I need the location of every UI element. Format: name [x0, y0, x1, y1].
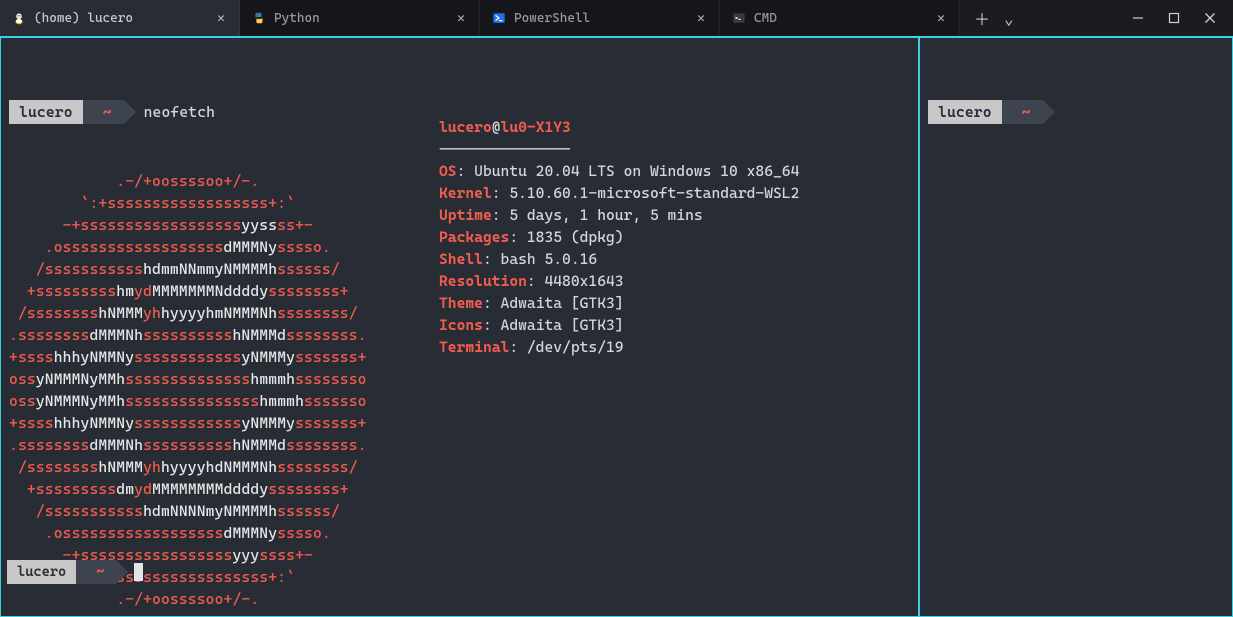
tab-title: PowerShell [514, 11, 685, 26]
python-icon [252, 11, 266, 25]
powershell-icon [492, 11, 506, 25]
tab-title: (home) lucero [34, 11, 205, 26]
prompt: lucero ~ [928, 100, 1228, 124]
prompt-user: lucero [928, 100, 1002, 124]
tux-icon [12, 11, 26, 25]
prompt-dir: ~ [1002, 100, 1043, 124]
tab-bar: (home) lucero ✕ Python ✕ PowerShell ✕ CM… [0, 0, 1233, 36]
prompt-user: lucero [9, 100, 83, 124]
pane-right[interactable]: lucero ~ [918, 37, 1233, 617]
tab-powershell[interactable]: PowerShell ✕ [480, 0, 720, 36]
tab-cmd[interactable]: CMD ✕ [720, 0, 960, 36]
cmd-icon [732, 11, 746, 25]
close-window-button[interactable] [1203, 11, 1217, 25]
tab-title: Python [274, 11, 445, 26]
prompt-command: neofetch [124, 101, 216, 123]
prompt-idle: lucero ~ [7, 560, 143, 584]
tab-dropdown-icon[interactable]: ⌄ [1004, 9, 1014, 28]
minimize-button[interactable] [1131, 11, 1145, 25]
neofetch-info: lucero@lu0-X1Y3---------------OS: Ubuntu… [439, 116, 799, 358]
cursor[interactable] [134, 563, 143, 581]
pane-left[interactable]: lucero ~ neofetch .-/+oossssoo+/-. `:+ss… [0, 37, 918, 617]
close-icon[interactable]: ✕ [933, 10, 949, 26]
close-icon[interactable]: ✕ [213, 10, 229, 26]
prompt-dir: ~ [76, 560, 116, 584]
prompt-user: lucero [7, 560, 76, 584]
new-tab-button[interactable]: ＋ [974, 6, 990, 30]
close-icon[interactable]: ✕ [693, 10, 709, 26]
tab-title: CMD [754, 11, 925, 26]
maximize-button[interactable] [1167, 11, 1181, 25]
close-icon[interactable]: ✕ [453, 10, 469, 26]
tab-wsl[interactable]: (home) lucero ✕ [0, 0, 240, 36]
tab-python[interactable]: Python ✕ [240, 0, 480, 36]
pane-container: lucero ~ neofetch .-/+oossssoo+/-. `:+ss… [0, 36, 1233, 617]
prompt-dir: ~ [83, 100, 124, 124]
